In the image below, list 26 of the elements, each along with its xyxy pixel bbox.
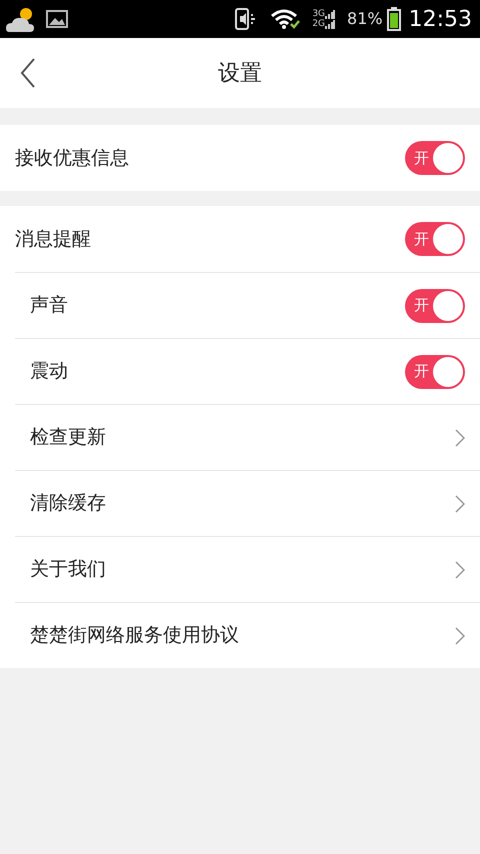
setting-label: 检查更新 [30, 425, 107, 450]
setting-label: 震动 [30, 359, 69, 384]
toggle-switch[interactable]: 开 [405, 141, 465, 175]
toggle-switch[interactable]: 开 [405, 222, 465, 256]
toggle-switch[interactable]: 开 [405, 354, 465, 388]
battery-icon [386, 7, 401, 31]
chevron-right-icon [455, 560, 465, 578]
setting-label: 关于我们 [30, 557, 107, 582]
setting-label: 楚楚街网络服务使用协议 [30, 623, 240, 648]
setting-label: 接收优惠信息 [15, 146, 130, 171]
setting-label: 清除缓存 [30, 491, 107, 516]
toggle-switch[interactable]: 开 [405, 288, 465, 322]
battery-percent: 81% [347, 8, 383, 30]
signal-icon [325, 20, 336, 28]
chevron-right-icon [455, 428, 465, 446]
chevron-right-icon [455, 626, 465, 644]
image-icon [46, 10, 68, 28]
setting-label: 声音 [30, 293, 69, 318]
page-title: 设置 [218, 60, 262, 88]
network-type: 2G [312, 20, 326, 28]
signal-icon [325, 10, 336, 18]
network-type: 3G [312, 10, 326, 18]
chevron-right-icon [455, 494, 465, 512]
wifi-icon [270, 8, 300, 30]
setting-label: 消息提醒 [15, 226, 92, 252]
clock: 12:53 [408, 6, 472, 34]
